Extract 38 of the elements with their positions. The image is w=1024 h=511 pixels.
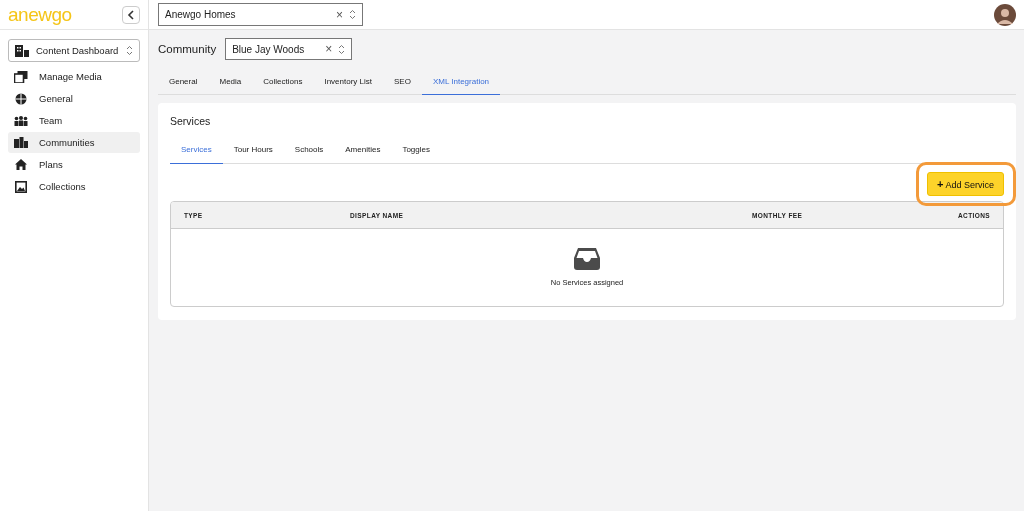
tab[interactable]: Media: [208, 69, 253, 95]
card-title: Services: [170, 115, 212, 127]
community-select[interactable]: Blue Jay Woods ×: [225, 38, 353, 60]
avatar[interactable]: [994, 3, 1016, 26]
tab[interactable]: SEO: [383, 69, 422, 95]
sidebar-item[interactable]: Communities: [8, 132, 140, 153]
sidebar-item[interactable]: Collections: [8, 176, 140, 197]
updown-icon: [338, 43, 346, 55]
images-icon: [14, 70, 28, 83]
logo: anewgo: [8, 3, 72, 26]
community-label: Community: [158, 43, 217, 55]
globe-icon: [14, 92, 28, 105]
sidebar-item[interactable]: Plans: [8, 154, 140, 175]
tab[interactable]: Inventory List: [313, 69, 383, 95]
people-icon: [14, 115, 28, 126]
tab[interactable]: Schools: [283, 136, 335, 164]
chevron-left-icon: [127, 9, 135, 20]
dashboard-select[interactable]: Content Dashboard: [8, 39, 140, 62]
inbox-icon: [574, 248, 600, 270]
sidebar-item[interactable]: Team: [8, 110, 140, 131]
tab[interactable]: XML Integration: [421, 69, 501, 95]
updown-icon: [349, 9, 356, 20]
tab[interactable]: Tour Hours: [222, 136, 284, 164]
building-icon: [15, 44, 29, 57]
collapse-button[interactable]: [122, 5, 140, 24]
tab[interactable]: General: [158, 69, 209, 95]
house-icon: [14, 159, 28, 170]
updown-icon: [126, 45, 133, 56]
tab[interactable]: Services: [170, 136, 223, 164]
tab[interactable]: Amenities: [334, 136, 392, 164]
tab[interactable]: Toggles: [391, 136, 441, 164]
company-select[interactable]: Anewgo Homes ×: [158, 3, 363, 26]
sidebar-item[interactable]: General: [8, 88, 140, 109]
add-service-button[interactable]: + Add Service: [927, 172, 1004, 196]
gallery-icon: [14, 180, 28, 193]
buildings-icon: [14, 137, 28, 148]
sidebar-item[interactable]: Manage Media: [8, 66, 140, 87]
tab[interactable]: Collections: [252, 69, 314, 95]
